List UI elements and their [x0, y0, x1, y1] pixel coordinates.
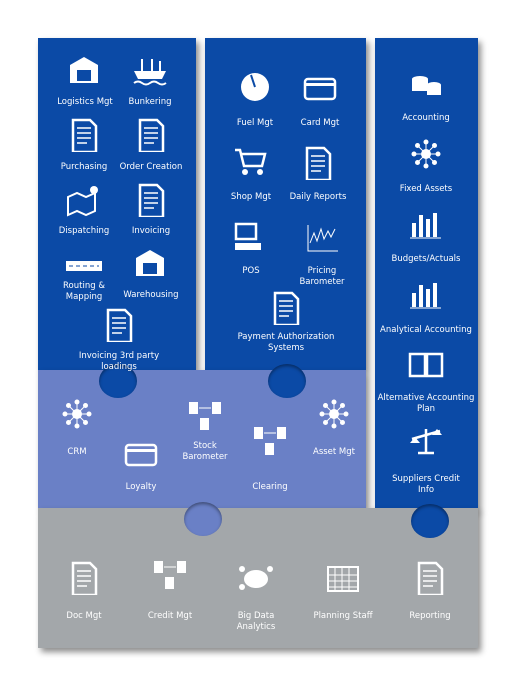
module-label: CRM — [67, 447, 87, 457]
invoice-icon — [133, 183, 169, 221]
module-label: Warehousing — [123, 290, 179, 300]
bar-chart-icon — [408, 209, 444, 247]
ship-icon — [132, 53, 168, 91]
checklist-icon — [133, 118, 169, 156]
module-label: Invoicing 3rd party loadings — [78, 351, 160, 372]
network-icon — [59, 398, 95, 436]
bar-chart-icon — [408, 279, 444, 317]
document-pen-icon — [268, 291, 304, 329]
calendar-icon — [325, 561, 361, 599]
module-label: Alternative Accounting Plan — [377, 393, 475, 414]
map-pin-icon — [66, 183, 102, 221]
book-icon — [408, 348, 444, 386]
puzzle-knob — [184, 502, 222, 536]
module-label: Asset Mgt — [313, 447, 355, 457]
module-label: Reporting — [409, 611, 451, 621]
module-label: Loyalty — [125, 482, 157, 492]
warehouse-truck-icon — [67, 53, 103, 91]
tanks-icon — [187, 398, 223, 436]
cart-icon — [233, 146, 269, 184]
puzzle-knob — [411, 504, 449, 538]
puzzle-knob — [268, 364, 306, 398]
price-chart-icon — [304, 221, 340, 259]
module-label: Clearing — [252, 482, 288, 492]
scale-icon — [408, 423, 444, 461]
module-label: Bunkering — [128, 97, 172, 107]
card-hand-icon — [302, 71, 338, 109]
network-icon — [316, 398, 352, 436]
module-label: Invoicing — [131, 226, 171, 236]
document-icon — [66, 561, 102, 599]
module-label: Suppliers Credit Info — [392, 474, 460, 495]
report-chart-icon — [412, 561, 448, 599]
pos-terminal-icon — [233, 221, 269, 259]
report-chart-icon — [300, 146, 336, 184]
exchange-icon — [152, 557, 188, 595]
module-label: Fixed Assets — [399, 184, 453, 194]
module-label: Stock Barometer — [182, 441, 228, 462]
fuel-gauge-icon — [237, 71, 273, 109]
coins-icon — [408, 71, 444, 109]
module-label: Pricing Barometer — [299, 266, 345, 287]
module-label: Daily Reports — [289, 192, 347, 202]
module-label: Card Mgt — [300, 118, 340, 128]
module-label: Analytical Accounting — [380, 325, 472, 335]
network-icon — [408, 138, 444, 176]
module-label: Payment Authorization Systems — [237, 332, 335, 353]
module-label: Order Creation — [119, 162, 183, 172]
module-label: Budgets/Actuals — [391, 254, 461, 264]
warehouse-icon — [133, 246, 169, 284]
module-label: Accounting — [402, 113, 450, 123]
cloud-database-icon — [238, 561, 274, 599]
document-pen-icon — [66, 118, 102, 156]
invoice-icon — [101, 308, 137, 346]
